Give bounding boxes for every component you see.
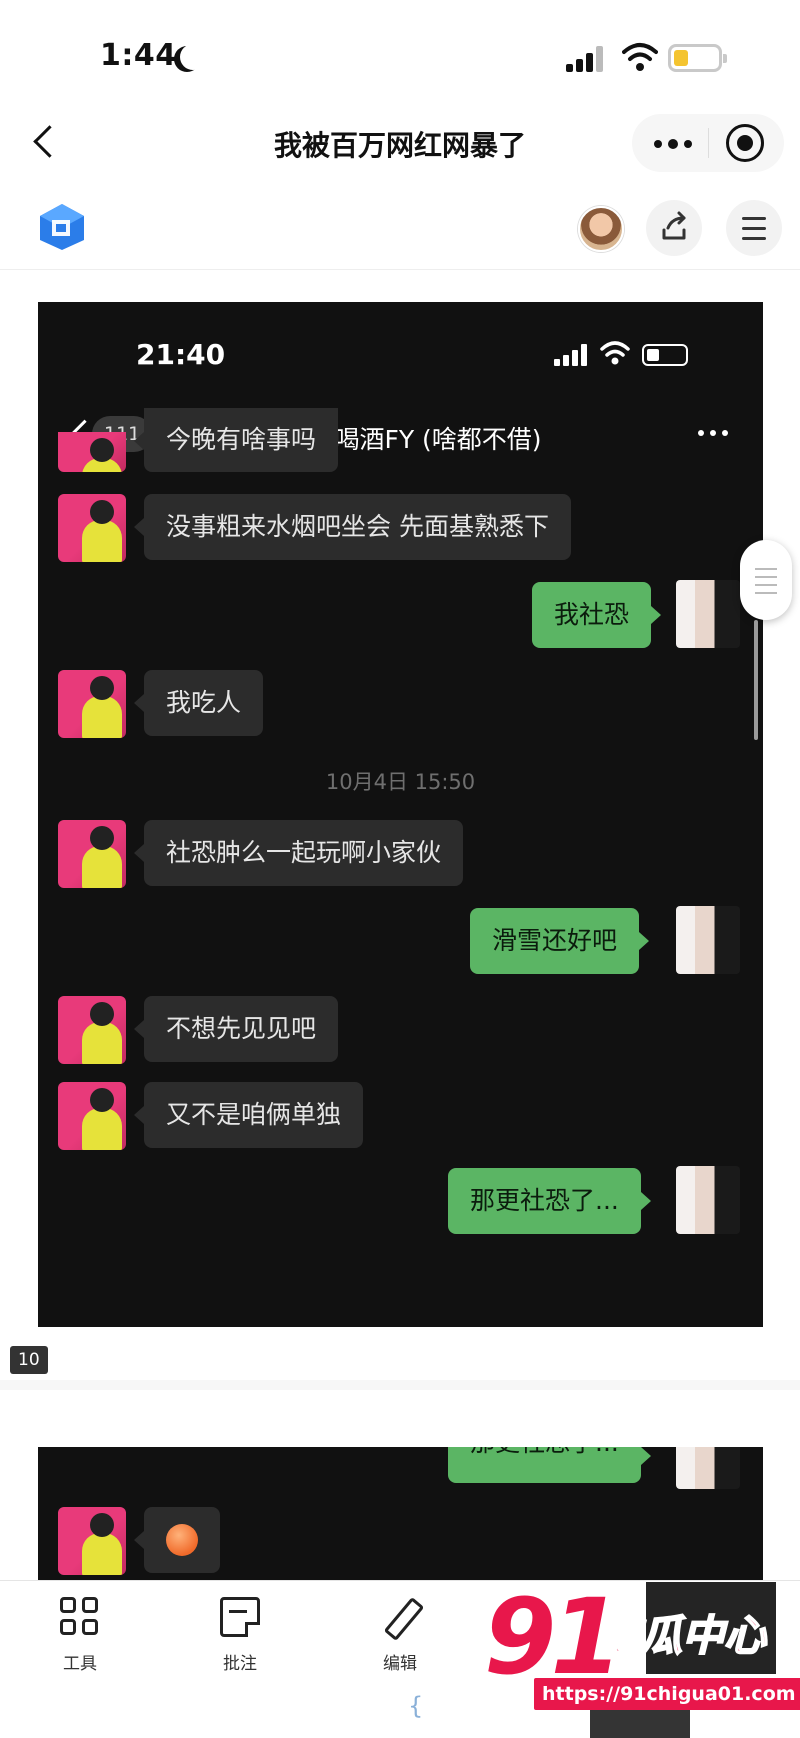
app-logo-icon — [40, 204, 84, 250]
incoming-message: 又不是咱俩单独 — [133, 1082, 364, 1148]
capsule-divider — [708, 128, 709, 158]
tools-button[interactable]: 工具 — [30, 1597, 130, 1674]
chat-timestamp: 10月4日 15:50 — [325, 770, 476, 794]
incoming-message — [134, 1507, 220, 1573]
pencil-icon — [380, 1597, 420, 1637]
miniprogram-capsule — [632, 114, 784, 172]
grid-icon — [60, 1597, 100, 1637]
wifi-icon — [622, 43, 658, 71]
status-time: 1:44 — [100, 38, 177, 73]
chat-more-icon — [698, 430, 738, 440]
sweat-smile-emoji-icon — [166, 1524, 198, 1556]
scroll-handle[interactable] — [740, 540, 792, 620]
embedded-chat-screenshot-continued: 那更社恐了... — [38, 1447, 763, 1580]
outgoing-message: 滑雪还好吧 — [470, 908, 650, 974]
incoming-message: 今晚有啥事吗 — [133, 408, 339, 472]
annotate-button[interactable]: 批注 — [190, 1597, 290, 1674]
incoming-message: 我吃人 — [133, 670, 264, 736]
contact-avatar — [58, 820, 126, 888]
self-avatar — [676, 906, 740, 974]
watermark-brand-number: 91 — [484, 1576, 623, 1698]
battery-icon — [668, 44, 727, 72]
do-not-disturb-moon-icon — [180, 44, 206, 70]
contact-avatar — [58, 1507, 126, 1575]
hamburger-icon — [742, 217, 766, 220]
embedded-chat-screenshot: 21:40 111 老白不喝酒FY (啥都不借) 今晚有啥事吗 没事粗来水烟吧坐… — [38, 302, 763, 1327]
bottom-mark: { — [408, 1692, 424, 1720]
contact-avatar — [58, 996, 126, 1064]
document-toolbar — [0, 190, 800, 270]
title-bar: 我被百万网红网暴了 — [0, 100, 800, 190]
close-miniprogram-button[interactable] — [726, 124, 764, 162]
watermark-url: https://91chigua01.com — [534, 1678, 800, 1710]
status-bar: 1:44 — [0, 0, 800, 100]
more-options-button[interactable] — [640, 120, 704, 166]
contact-avatar — [58, 1082, 126, 1150]
share-button[interactable] — [646, 200, 702, 256]
share-icon — [662, 211, 686, 240]
cellular-signal-icon — [566, 46, 606, 72]
watermark: 91 吃瓜中心 https://91chigua01.com — [480, 1582, 800, 1738]
contact-avatar — [58, 432, 126, 472]
menu-button[interactable] — [726, 200, 782, 256]
page-number-badge: 10 — [10, 1346, 48, 1374]
tools-label: 工具 — [63, 1654, 97, 1674]
inner-status-time: 21:40 — [136, 338, 226, 371]
self-avatar — [676, 1447, 740, 1489]
contact-avatar — [58, 494, 126, 562]
watermark-dark-patch — [590, 1710, 690, 1738]
inner-wifi-icon — [600, 341, 630, 365]
note-icon — [220, 1597, 260, 1637]
outgoing-message: 我社恐 — [532, 582, 662, 648]
incoming-message: 没事粗来水烟吧坐会 先面基熟悉下 — [134, 494, 571, 560]
incoming-message: 不想先见见吧 — [133, 996, 339, 1062]
self-avatar — [676, 1166, 740, 1234]
incoming-message: 社恐肿么一起玩啊小家伙 — [133, 820, 464, 886]
watermark-brand-text: 吃瓜中心 — [597, 1610, 767, 1661]
outgoing-message: 那更社恐了... — [448, 1447, 651, 1483]
collaborator-avatar[interactable] — [578, 206, 624, 252]
scrollbar-track[interactable] — [754, 620, 758, 740]
contact-avatar — [58, 670, 126, 738]
edit-label: 编辑 — [383, 1654, 417, 1674]
self-avatar — [676, 580, 740, 648]
inner-battery-icon — [642, 344, 688, 366]
inner-signal-icon — [554, 344, 590, 366]
inner-status-bar: 21:40 — [38, 302, 763, 392]
outgoing-message: 那更社恐了... — [448, 1168, 651, 1234]
edit-button[interactable]: 编辑 — [350, 1597, 450, 1674]
annotate-label: 批注 — [223, 1654, 257, 1674]
